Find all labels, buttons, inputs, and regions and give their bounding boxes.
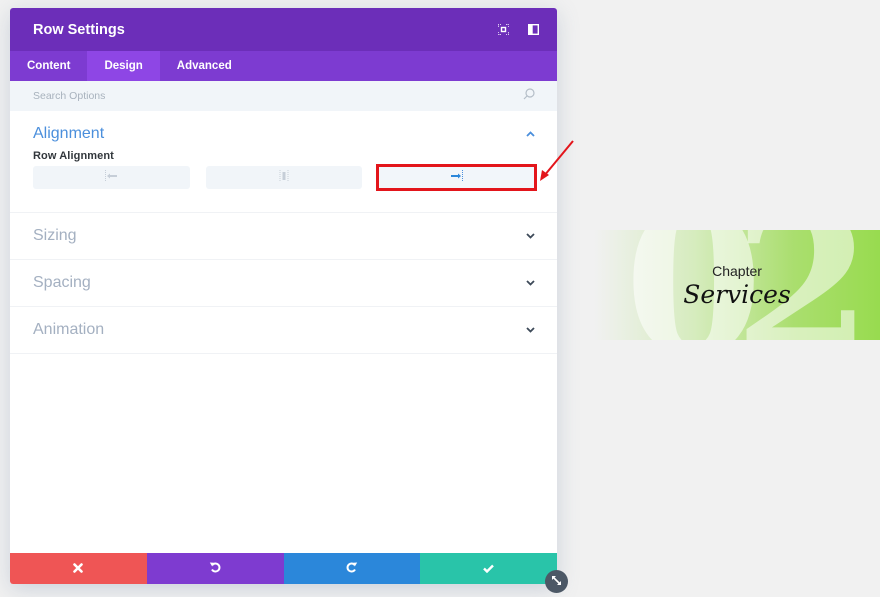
checkmark-icon: [483, 560, 494, 578]
modal-title: Row Settings: [33, 21, 125, 38]
resize-icon: [551, 573, 562, 591]
section-sizing-toggle[interactable]: Sizing: [10, 213, 557, 259]
redo-icon: [346, 560, 358, 578]
fullscreen-icon[interactable]: [497, 23, 510, 36]
tab-design[interactable]: Design: [87, 51, 160, 81]
section-title: Alignment: [33, 125, 105, 142]
search-options-input[interactable]: [33, 90, 433, 102]
section-animation: Animation: [10, 307, 557, 354]
section-title: Spacing: [33, 274, 91, 291]
tab-content[interactable]: Content: [10, 51, 87, 81]
undo-button[interactable]: [146, 553, 284, 584]
chapter-title: Services: [683, 280, 791, 309]
align-right-button[interactable]: [376, 164, 538, 191]
tab-advanced[interactable]: Advanced: [160, 51, 249, 81]
save-button[interactable]: [420, 553, 557, 584]
row-alignment-label: Row Alignment: [33, 150, 114, 162]
cancel-button[interactable]: [10, 553, 147, 584]
section-alignment: Alignment Row Alignment: [10, 111, 557, 213]
close-icon: [73, 560, 84, 578]
sidebar-layout-icon[interactable]: [527, 23, 540, 36]
align-left-icon: [104, 169, 118, 187]
undo-icon: [209, 560, 221, 578]
align-left-button[interactable]: [33, 166, 190, 189]
section-animation-toggle[interactable]: Animation: [10, 307, 557, 353]
section-sizing: Sizing: [10, 213, 557, 260]
align-right-icon: [450, 169, 464, 187]
redo-button[interactable]: [283, 553, 421, 584]
section-title: Animation: [33, 321, 105, 338]
section-spacing-toggle[interactable]: Spacing: [10, 260, 557, 306]
row-alignment-control: [33, 164, 538, 191]
row-settings-modal: Row Settings Content Design Advanced Sea…: [10, 8, 568, 593]
chevron-up-icon[interactable]: [525, 129, 535, 139]
align-center-button[interactable]: [205, 166, 363, 189]
chevron-down-icon[interactable]: [525, 325, 535, 335]
align-center-icon: [278, 169, 290, 187]
modal-header: Row Settings: [10, 8, 557, 51]
modal-footer: [10, 553, 557, 584]
search-icon[interactable]: [523, 87, 535, 105]
chevron-down-icon[interactable]: [525, 278, 535, 288]
section-spacing: Spacing: [10, 260, 557, 307]
chevron-down-icon[interactable]: [525, 231, 535, 241]
chapter-preview: 02 Chapter Services: [594, 230, 880, 340]
search-bar: [10, 81, 557, 111]
tab-bar: Content Design Advanced: [10, 51, 557, 81]
chapter-label: Chapter: [712, 263, 762, 279]
section-title: Sizing: [33, 227, 77, 244]
resize-handle[interactable]: [545, 570, 568, 593]
